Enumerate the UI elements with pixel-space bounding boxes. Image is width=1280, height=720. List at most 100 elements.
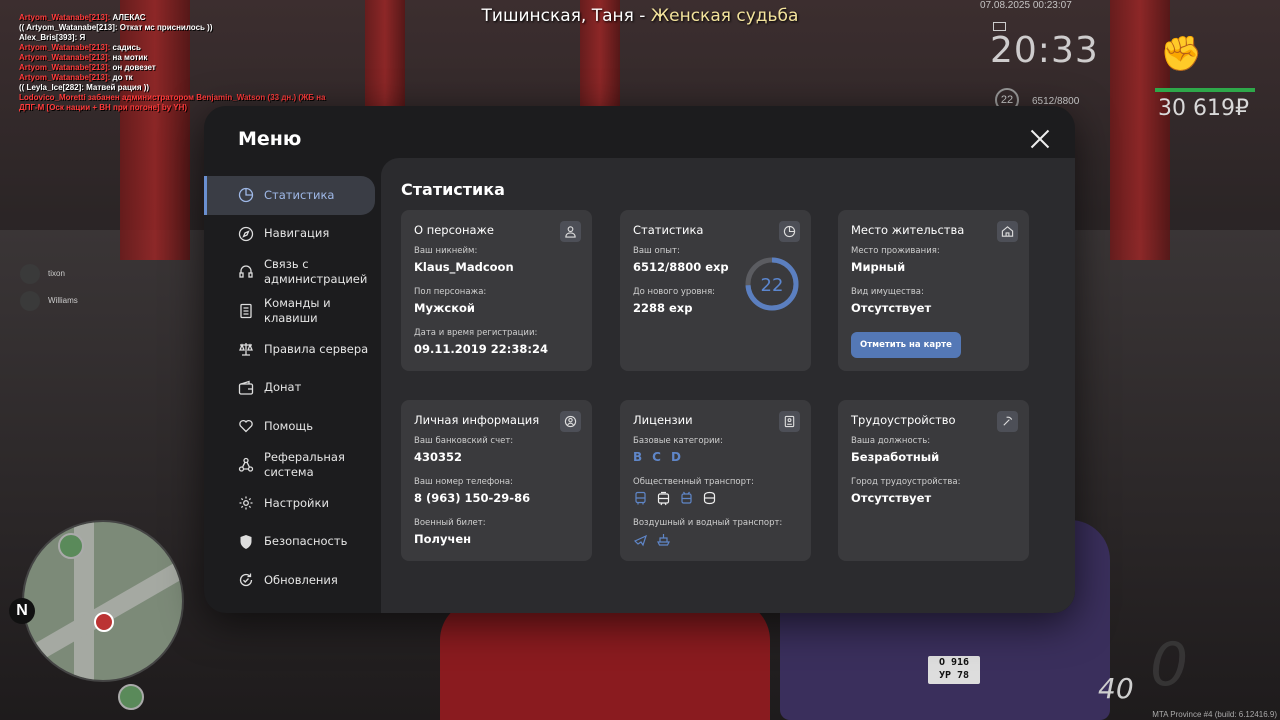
position-label: Ваша должность: — [851, 436, 931, 446]
document-icon — [238, 303, 254, 319]
level-progress-ring: 22 — [745, 257, 799, 311]
health-bar — [1155, 88, 1255, 92]
card-title: О персонаже — [414, 223, 494, 237]
position-value: Безработный — [851, 450, 940, 464]
chat-text: Lodovico_Moretti забанен администратором… — [19, 93, 326, 102]
menu-modal: Меню Статистика Навигация Связь с админи… — [204, 106, 1075, 613]
chat-author: Artyom_Watanabe[213]: — [19, 73, 111, 82]
wallet-icon — [238, 380, 254, 396]
chat-author: Artyom_Watanabe[213]: — [19, 63, 111, 72]
build-info: MTA Province #4 (build: 6.12416.9) — [1152, 710, 1277, 719]
residence-card: Место жительства Место проживания: Мирны… — [838, 210, 1029, 371]
tram-icon — [656, 491, 671, 506]
chat-line: Alex_Bris[393]: Я — [19, 33, 349, 43]
sidebar-item-referral[interactable]: Реферальная система — [204, 446, 380, 485]
network-icon — [238, 457, 254, 473]
chat-author: Artyom_Watanabe[213]: — [19, 43, 111, 52]
chat-line: Artyom_Watanabe[213]: до тк — [19, 73, 349, 83]
mark-on-map-button[interactable]: Отметить на карте — [851, 332, 961, 358]
menu-sidebar: Статистика Навигация Связь с администрац… — [204, 176, 380, 600]
plane-icon — [633, 532, 648, 547]
player-entry: Williams — [20, 287, 78, 314]
ship-icon — [656, 532, 671, 547]
registration-value: 09.11.2019 22:38:24 — [414, 342, 548, 356]
sidebar-item-statistics[interactable]: Статистика — [204, 176, 375, 215]
air-water-transport-label: Воздушный и водный транспорт: — [633, 518, 783, 528]
chat-line: Artyom_Watanabe[213]: садись — [19, 43, 349, 53]
base-categories-label: Базовые категории: — [633, 436, 723, 446]
card-title: Трудоустройство — [851, 413, 956, 427]
north-indicator: N — [9, 598, 35, 624]
player-list: tixon Williams — [20, 260, 78, 314]
phone-label: Ваш номер телефона: — [414, 477, 513, 487]
close-button[interactable] — [1029, 128, 1051, 150]
song-name: Женская судьба — [650, 6, 799, 26]
sidebar-item-commands[interactable]: Команды и клавиши — [204, 292, 380, 331]
license-plate: О 916 УР 78 — [928, 656, 980, 684]
sidebar-item-help[interactable]: Помощь — [204, 407, 380, 446]
sidebar-item-navigation[interactable]: Навигация — [204, 215, 380, 254]
public-transport-label: Общественный транспорт: — [633, 477, 754, 487]
registration-label: Дата и время регистрации: — [414, 328, 538, 338]
compass-icon — [238, 226, 254, 242]
stats-card: Статистика Ваш опыт: 6512/8800 exp До но… — [620, 210, 811, 371]
chat-text: он довезет — [110, 63, 156, 72]
user-circle-icon — [560, 411, 581, 432]
sidebar-item-donate[interactable]: Донат — [204, 369, 380, 408]
public-transport-icons — [633, 491, 798, 506]
category-d: D — [670, 450, 681, 464]
car-marker-icon — [58, 533, 84, 559]
gear-icon — [238, 495, 254, 511]
location-title: Тишинская, Таня - Женская судьба — [0, 6, 1280, 26]
sidebar-item-rules[interactable]: Правила сервера — [204, 330, 380, 369]
chat-text: Alex_Bris[393]: Я — [19, 33, 86, 42]
sidebar-item-admin-contact[interactable]: Связь с администрацией — [204, 253, 380, 292]
pie-chart-icon — [779, 221, 800, 242]
avatar — [20, 290, 40, 311]
pie-chart-icon — [238, 187, 254, 203]
id-card-icon — [779, 411, 800, 432]
chat-text: до тк — [110, 73, 133, 82]
category-c: C — [652, 450, 661, 464]
pickaxe-icon — [997, 411, 1018, 432]
chat-line: (( Leyla_Ice[282]: Матвей рация )) — [19, 83, 349, 93]
card-title: Статистика — [633, 223, 704, 237]
licenses-card: Лицензии Базовые категории: B C D Общест… — [620, 400, 811, 561]
personal-info-card: Личная информация Ваш банковский счет: 4… — [401, 400, 592, 561]
speedometer-background: 0 — [1150, 630, 1189, 700]
fist-icon: ✊ — [1160, 34, 1203, 74]
home-marker-icon — [94, 612, 114, 632]
level-number: 22 — [761, 275, 784, 296]
chat-text: садись — [110, 43, 141, 52]
hud-money: 30 619₽ — [1158, 96, 1249, 121]
character-card: О персонаже Ваш никнейм: Klaus_Madcoon П… — [401, 210, 592, 371]
map-road — [30, 560, 182, 662]
bus-icon — [633, 491, 648, 506]
hud-time: 20:33 — [990, 30, 1099, 71]
exp-label: Ваш опыт: — [633, 246, 680, 256]
nickname-value: Klaus_Madcoon — [414, 260, 514, 274]
license-categories: B C D — [633, 450, 798, 464]
speed-readout: 40 — [1098, 672, 1134, 705]
statistics-panel: Статистика О персонаже Ваш никнейм: Klau… — [381, 158, 1075, 613]
sidebar-item-updates[interactable]: Обновления — [204, 561, 380, 600]
house-icon — [997, 221, 1018, 242]
category-b: B — [633, 450, 643, 464]
gender-label: Пол персонажа: — [414, 287, 487, 297]
scales-icon — [238, 341, 254, 357]
phone-value: 8 (963) 150-29-86 — [414, 491, 531, 505]
sidebar-item-settings[interactable]: Настройки — [204, 484, 380, 523]
job-city-label: Город трудоустройства: — [851, 477, 961, 487]
heart-hand-icon — [238, 418, 254, 434]
user-icon — [560, 221, 581, 242]
chat-line: Lodovico_Moretti забанен администратором… — [19, 93, 349, 103]
bank-value: 430352 — [414, 450, 463, 464]
bank-label: Ваш банковский счет: — [414, 436, 514, 446]
sidebar-item-security[interactable]: Безопасность — [204, 523, 380, 562]
panel-title: Статистика — [401, 180, 505, 199]
chat-log: Artyom_Watanabe[213]: АЛЕКАС(( Artyom_Wa… — [19, 13, 349, 113]
air-water-transport-icons — [633, 532, 798, 547]
property-label: Вид имущества: — [851, 287, 924, 297]
vehicle-marker-icon — [118, 684, 144, 710]
gender-value: Мужской — [414, 301, 475, 315]
